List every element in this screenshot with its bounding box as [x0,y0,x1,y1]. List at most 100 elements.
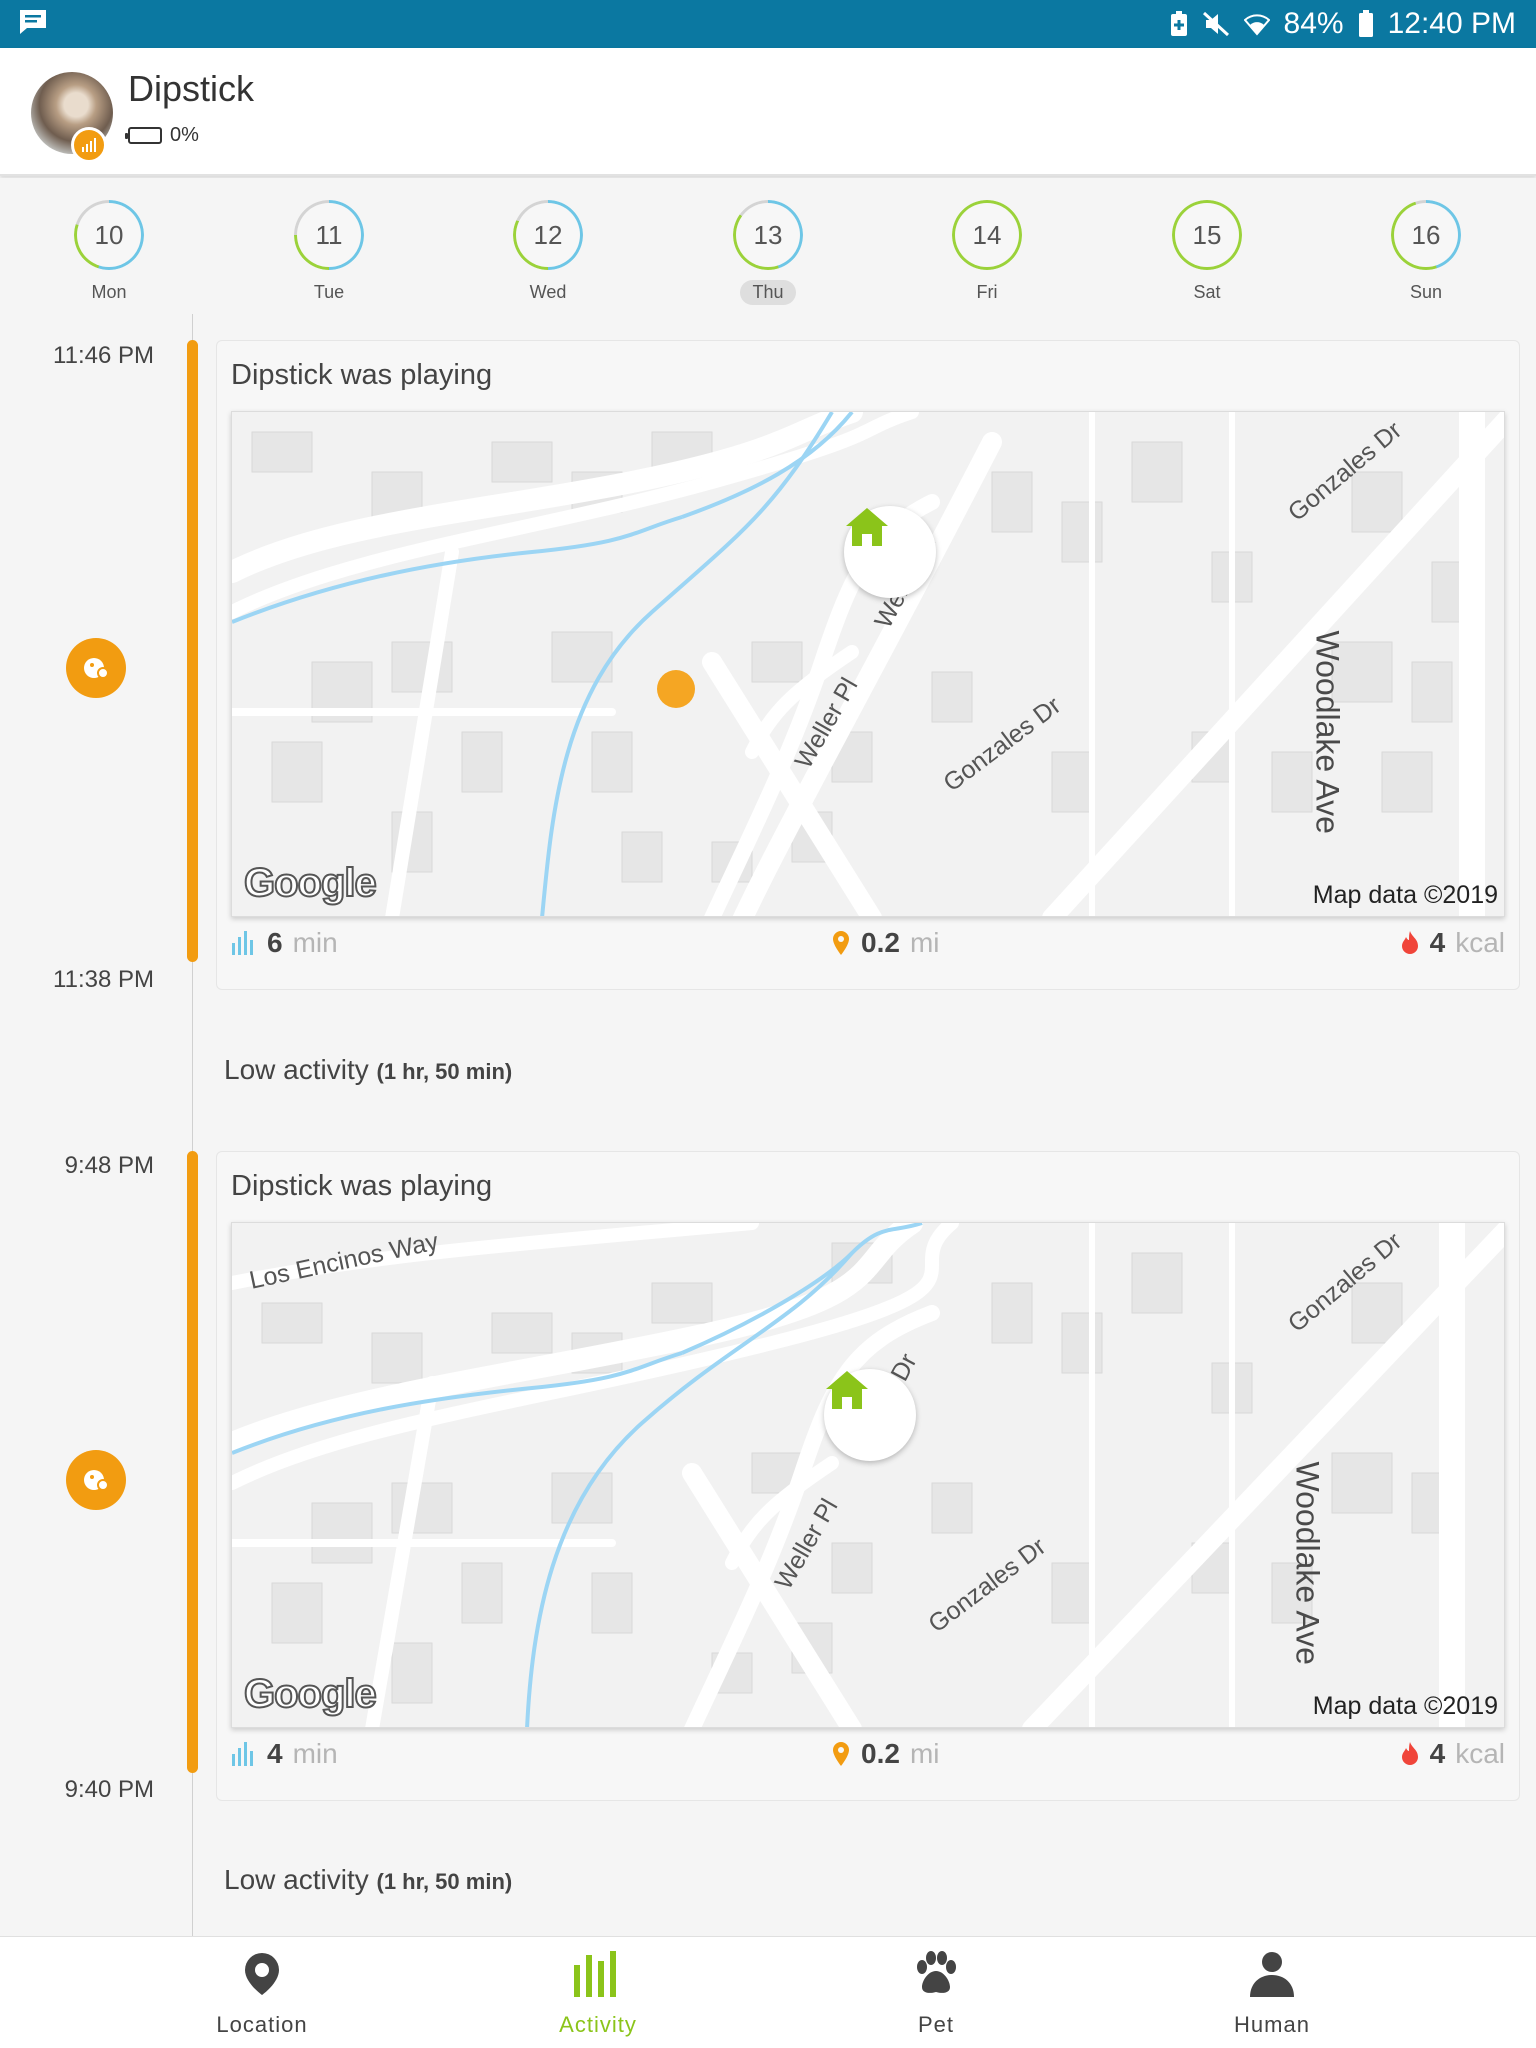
low-activity-duration: (1 hr, 50 min) [376,1869,513,1894]
map-street-label: Woodlake Ave [1309,630,1346,834]
battery-saver-icon [1170,11,1187,36]
location-pin-icon [833,1742,849,1766]
flame-icon [1401,931,1418,954]
day-name: Fri [976,282,998,302]
activity-bar [187,1151,198,1773]
distance-unit: mi [909,927,940,958]
bottom-navigation: Location Activity Pet Human [0,1936,1536,2048]
day-ring: 15 [1172,200,1242,270]
duration-unit: min [292,927,338,958]
duration-unit: min [292,1738,338,1769]
signal-badge-icon [71,127,107,163]
home-pin[interactable] [824,1369,916,1461]
activity-title: Dipstick was playing [231,359,493,391]
day-mon[interactable]: 10 Mon [49,200,169,305]
activity-bar [187,340,198,962]
flame-icon [1401,1742,1418,1765]
activity-bars-icon [574,1951,616,1997]
activity-title: Dipstick was playing [231,1170,493,1202]
day-tue[interactable]: 11 Tue [269,200,389,305]
activity-stats: 6 min 0.2 mi 4 kcal [231,921,1505,971]
day-sun[interactable]: 16 Sun [1366,200,1486,305]
battery-icon [1358,10,1373,37]
wifi-icon [1243,14,1270,36]
activity-stats: 4 min 0.2 mi 4 kcal [231,1732,1505,1782]
event-start-time: 11:46 PM [53,342,154,369]
day-fri[interactable]: 14 Fri [927,200,1047,305]
low-activity-duration: (1 hr, 50 min) [376,1059,513,1084]
nav-label: Pet [917,2012,955,2037]
day-ring: 12 [513,200,583,270]
low-activity-row: Low activity (1 hr, 50 min) [224,1864,512,1896]
nav-label: Activity [559,2012,637,2037]
day-ring: 11 [294,200,364,270]
map-street-label: Woodlake Ave [1289,1461,1326,1665]
day-ring: 10 [74,200,144,270]
duration-value: 4 [267,1738,283,1769]
distance-value: 0.2 [861,927,900,958]
status-bar: 84% 12:40 PM [0,0,1536,48]
home-icon [826,1371,868,1409]
play-activity-icon [66,638,126,698]
activity-timeline[interactable]: 11:46 PM 11:38 PM Dipstick was playing G… [0,314,1536,1936]
paw-icon [917,1951,956,1993]
activity-card[interactable]: Dipstick was playing [216,1151,1520,1801]
low-activity-label: Low activity [224,1054,369,1085]
day-sat[interactable]: 15 Sat [1147,200,1267,305]
day-ring: 16 [1391,200,1461,270]
nav-label: Human [1234,2012,1310,2037]
location-pin-icon [833,931,849,955]
activity-bars-icon [232,1742,253,1766]
mute-icon [1202,11,1229,37]
calories-value: 4 [1429,1738,1446,1769]
nav-location[interactable]: Location [162,1951,362,2038]
day-name: Tue [313,282,345,302]
day-name: Thu [740,280,796,305]
tracker-battery: 0% [125,124,199,147]
calories-unit: kcal [1455,927,1505,958]
activity-card[interactable]: Dipstick was playing [216,340,1520,990]
day-selector: 10 Mon 11 Tue 12 Wed 13 Thu 14 Fri 15 Sa… [0,178,1536,314]
message-icon [20,9,46,34]
day-thu[interactable]: 13 Thu [708,200,828,305]
person-icon [1250,1952,1294,1997]
day-wed[interactable]: 12 Wed [488,200,608,305]
nav-label: Location [216,2012,308,2037]
calories-unit: kcal [1455,1738,1505,1769]
event-end-time: 9:40 PM [64,1776,154,1803]
nav-human[interactable]: Human [1172,1951,1372,2038]
event-end-time: 11:38 PM [53,966,154,993]
activity-map[interactable]: Los Encinos Way Gonzales Dr Weller Dr We… [231,1222,1505,1728]
google-logo: Google [243,860,378,906]
day-name: Mon [91,282,127,302]
day-name: Sun [1409,282,1443,302]
play-activity-icon [66,1450,126,1510]
activity-map[interactable]: Gonzales Dr Weller Dr Weller Pl Gonzales… [231,411,1505,917]
battery-level: 0% [170,124,199,146]
google-logo: Google [243,1671,378,1717]
home-pin[interactable] [844,506,936,598]
distance-stat: 0.2 mi [831,927,939,959]
location-pin-icon [245,1953,279,1995]
battery-outline-icon [125,127,162,144]
battery-percent: 84% [1283,7,1344,40]
low-activity-row: Low activity (1 hr, 50 min) [224,1054,512,1086]
duration-stat: 6 min [231,927,338,959]
pet-header: Dipstick 0% [0,48,1536,176]
distance-stat: 0.2 mi [831,1738,939,1770]
low-activity-label: Low activity [224,1864,369,1895]
pet-location-dot [657,670,695,708]
distance-unit: mi [909,1738,940,1769]
clock: 12:40 PM [1387,7,1516,40]
duration-stat: 4 min [231,1738,338,1770]
day-ring: 14 [952,200,1022,270]
pet-name: Dipstick [128,68,255,109]
day-name: Wed [529,282,567,302]
duration-value: 6 [267,927,283,958]
map-attribution: Map data ©2019 [1312,881,1498,909]
distance-value: 0.2 [861,1738,900,1769]
nav-pet[interactable]: Pet [836,1951,1036,2038]
activity-bars-icon [232,931,253,955]
calories-value: 4 [1429,927,1446,958]
nav-activity[interactable]: Activity [498,1951,698,2038]
